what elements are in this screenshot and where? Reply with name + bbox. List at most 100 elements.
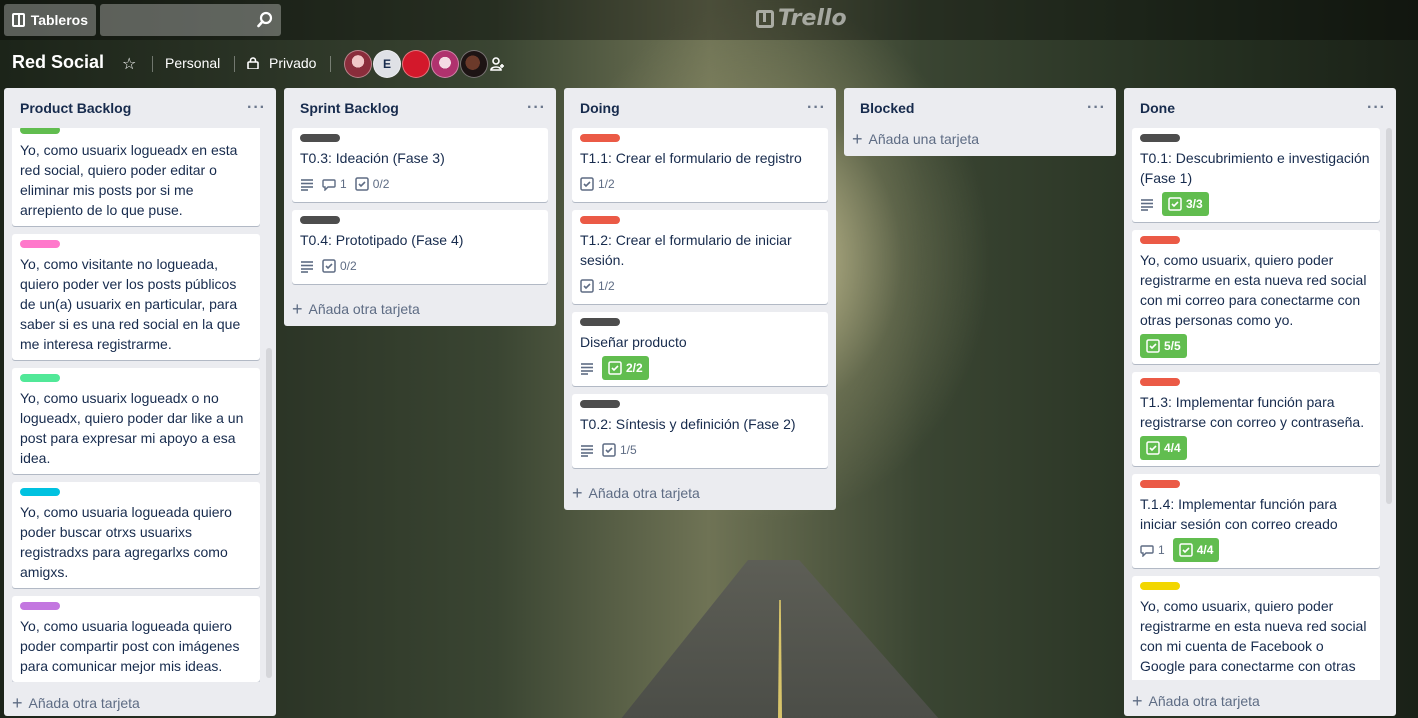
card[interactable]: T0.3: Ideación (Fase 3) 1 0/2 <box>292 128 548 202</box>
card-label[interactable] <box>300 216 340 224</box>
top-nav-bar: Tableros Trello <box>0 0 1418 40</box>
add-card-button[interactable]: + Añada otra tarjeta <box>1124 684 1396 718</box>
card-label[interactable] <box>1140 236 1180 244</box>
add-card-button[interactable]: + Añada una tarjeta <box>844 122 1116 156</box>
list-blocked: Blocked ··· + Añada una tarjeta <box>844 88 1116 156</box>
avatar[interactable] <box>344 50 372 78</box>
card-title: T0.1: Descubrimiento e investigación (Fa… <box>1140 150 1370 186</box>
card[interactable]: Yo, como usuaria logueada quiero poder b… <box>12 482 260 588</box>
avatar[interactable] <box>431 50 459 78</box>
scrollbar-track[interactable] <box>1386 128 1392 504</box>
star-icon[interactable]: ☆ <box>122 54 136 74</box>
list-title[interactable]: Done <box>1140 100 1175 116</box>
list-title[interactable]: Sprint Backlog <box>300 100 399 116</box>
card-label[interactable] <box>20 602 60 610</box>
list-header[interactable]: Done ··· <box>1124 88 1396 128</box>
card-title: T0.4: Prototipado (Fase 4) <box>300 232 464 248</box>
card-label[interactable] <box>1140 378 1180 386</box>
card-label[interactable] <box>20 240 60 248</box>
card-title: T1.3: Implementar función para registrar… <box>1140 394 1365 430</box>
checklist-count: 0/2 <box>340 259 357 273</box>
list-menu-icon[interactable]: ··· <box>247 99 266 117</box>
checklist-icon <box>1178 543 1193 557</box>
add-card-button[interactable]: + Añada otra tarjeta <box>284 292 556 326</box>
list-menu-icon[interactable]: ··· <box>527 99 546 117</box>
card-label[interactable] <box>20 374 60 382</box>
list-title[interactable]: Product Backlog <box>20 100 131 116</box>
add-member-icon[interactable] <box>490 56 504 72</box>
checklist-icon <box>580 177 594 191</box>
card-badges: 1/5 <box>580 438 820 462</box>
avatar[interactable]: E <box>373 50 401 78</box>
trello-logo[interactable]: Trello <box>756 6 847 31</box>
list-menu-icon[interactable]: ··· <box>1367 99 1386 117</box>
checklist-complete-badge: 4/4 <box>1172 538 1220 562</box>
add-card-button[interactable]: + Añada otra tarjeta <box>564 476 836 510</box>
add-card-button[interactable]: + Añada otra tarjeta <box>4 686 276 718</box>
list-header[interactable]: Sprint Backlog ··· <box>284 88 556 128</box>
card-label[interactable] <box>580 318 620 326</box>
card[interactable]: Yo, como usuaria logueada quiero poder c… <box>12 596 260 682</box>
team-button[interactable]: Personal <box>165 55 220 71</box>
header-divider <box>152 56 153 72</box>
card[interactable]: Yo, como usuarix, quiero poder registrar… <box>1132 230 1380 364</box>
list-sprint-backlog: Sprint Backlog ··· T0.3: Ideación (Fase … <box>284 88 556 326</box>
card-title: T1.1: Crear el formulario de registro <box>580 150 802 166</box>
scrollbar-track[interactable] <box>266 348 272 678</box>
list-header[interactable]: Doing ··· <box>564 88 836 128</box>
list-header[interactable]: Product Backlog ··· <box>4 88 276 128</box>
card[interactable]: Yo, como usuarix logueadx o no logueadx,… <box>12 368 260 474</box>
checklist-count: 1/5 <box>620 443 637 457</box>
card-label[interactable] <box>20 128 60 134</box>
comment-icon <box>1140 545 1154 557</box>
card[interactable]: T1.2: Crear el formulario de iniciar ses… <box>572 210 828 304</box>
card-badges: 1 4/4 <box>1140 538 1372 562</box>
board-title[interactable]: Red Social <box>12 52 104 73</box>
search-input[interactable] <box>100 4 250 36</box>
checklist-count: 4/4 <box>1196 543 1214 557</box>
list-menu-icon[interactable]: ··· <box>807 99 826 117</box>
card-label[interactable] <box>20 488 60 496</box>
card-label[interactable] <box>580 216 620 224</box>
checklist-complete-badge: 4/4 <box>1140 436 1187 460</box>
list-done: Done ··· T0.1: Descubrimiento e investig… <box>1124 88 1396 716</box>
card-label[interactable] <box>300 134 340 142</box>
boards-button[interactable]: Tableros <box>4 4 96 36</box>
plus-icon: + <box>1132 691 1143 711</box>
card-label[interactable] <box>1140 582 1180 590</box>
card[interactable]: T1.1: Crear el formulario de registro 1/… <box>572 128 828 202</box>
visibility-button[interactable]: Privado <box>269 55 316 71</box>
search-box[interactable] <box>100 4 281 36</box>
card[interactable]: T0.1: Descubrimiento e investigación (Fa… <box>1132 128 1380 222</box>
card-label[interactable] <box>1140 134 1180 142</box>
comments-count: 1 <box>1158 543 1165 557</box>
list-product-backlog: Product Backlog ··· Yo, como usuarix log… <box>4 88 276 716</box>
list-menu-icon[interactable]: ··· <box>1087 99 1106 117</box>
description-icon <box>301 179 313 191</box>
card[interactable]: T0.4: Prototipado (Fase 4) 0/2 <box>292 210 548 284</box>
card-label[interactable] <box>1140 480 1180 488</box>
card[interactable]: T1.3: Implementar función para registrar… <box>1132 372 1380 466</box>
avatar[interactable] <box>460 50 488 78</box>
card[interactable]: Yo, como usuarix logueadx en esta red so… <box>12 128 260 226</box>
card[interactable]: Diseñar producto 2/2 <box>572 312 828 386</box>
checklist-badge: 1/2 <box>580 276 615 296</box>
list-title[interactable]: Blocked <box>860 100 914 116</box>
card[interactable]: Yo, como visitante no logueada, quiero p… <box>12 234 260 360</box>
card-title: Yo, como usuaria logueada quiero poder c… <box>20 618 240 674</box>
avatar[interactable] <box>402 50 430 78</box>
plus-icon: + <box>852 129 863 149</box>
description-icon <box>1141 199 1153 211</box>
card[interactable]: Yo, como usuarix, quiero poder registrar… <box>1132 576 1380 680</box>
plus-icon: + <box>12 693 23 713</box>
card-label[interactable] <box>580 400 620 408</box>
card-label[interactable] <box>580 134 620 142</box>
add-card-label: Añada otra tarjeta <box>1148 693 1260 709</box>
description-badge <box>1140 194 1154 214</box>
trello-logo-text: Trello <box>778 6 847 31</box>
search-icon[interactable] <box>257 11 273 29</box>
card[interactable]: T.1.4: Implementar función para iniciar … <box>1132 474 1380 568</box>
list-title[interactable]: Doing <box>580 100 620 116</box>
card-badges: 3/3 <box>1140 192 1372 216</box>
card[interactable]: T0.2: Síntesis y definición (Fase 2) 1/5 <box>572 394 828 468</box>
